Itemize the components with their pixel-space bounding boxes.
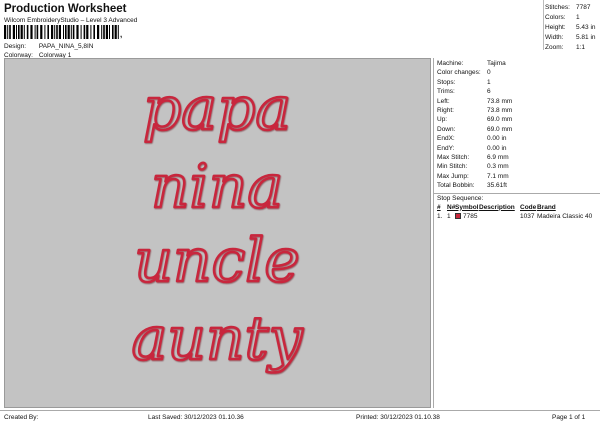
param-row: Total Bobbin: 35.61ft	[437, 181, 600, 190]
param-key: Left:	[437, 97, 450, 105]
param-row: EndX: 0.00 in	[437, 134, 600, 143]
summary-row: Width: 5.81 in	[545, 33, 600, 43]
param-key: Trims:	[437, 88, 455, 96]
param-row: EndY: 0.00 in	[437, 144, 600, 153]
param-key: Color changes:	[437, 69, 481, 77]
embroidery-design: papa nina uncle aunty	[130, 73, 305, 376]
param-row: Min Stitch: 0.3 mm	[437, 162, 600, 171]
design-word-uncle: uncle	[134, 226, 300, 296]
design-label: Design:	[4, 43, 27, 50]
stop-sequence-title: Stop Sequence:	[434, 192, 600, 202]
col-header: Description	[479, 203, 515, 211]
summary-row: Zoom: 1:1	[545, 43, 600, 53]
summary-key: Stitches:	[545, 4, 570, 11]
param-value: 6.9 mm	[487, 154, 509, 162]
stop-table-header: # N# Symbol Description Code Brand	[437, 203, 600, 212]
summary-key: Colors:	[545, 14, 566, 21]
worksheet-header: Production Worksheet Wilcom EmbroiderySt…	[4, 2, 424, 25]
color-swatch-icon	[455, 213, 461, 220]
needle-number: 1	[447, 212, 451, 220]
summary-row: Colors: 1	[545, 13, 600, 23]
thread-brand: Madeira Classic 40	[537, 212, 593, 220]
param-key: Stops:	[437, 78, 456, 86]
param-row: Down: 69.0 mm	[437, 125, 600, 134]
col-header: Code	[520, 203, 537, 211]
thread-description: 7785	[463, 212, 478, 220]
thread-symbol: 7785	[455, 212, 479, 221]
software-subtitle: Wilcom EmbroideryStudio – Level 3 Advanc…	[4, 17, 138, 24]
param-row: Left: 73.8 mm	[437, 97, 600, 106]
param-row: Right: 73.8 mm	[437, 106, 600, 115]
param-key: Total Bobbin:	[437, 182, 475, 190]
printed-date: Printed: 30/12/2023 01.10.38	[356, 414, 440, 421]
page-title: Production Worksheet	[4, 3, 127, 15]
param-key: Down:	[437, 125, 456, 133]
param-row: Color changes: 0	[437, 68, 600, 77]
summary-value: 5.81 in	[576, 34, 596, 41]
summary-key: Zoom:	[545, 44, 564, 51]
stop-number: 1.	[437, 212, 443, 220]
param-value: 0	[487, 69, 491, 77]
param-row: Stops: 1	[437, 78, 600, 87]
param-row: Up: 69.0 mm	[437, 115, 600, 124]
worksheet-footer: Created By: Last Saved: 30/12/2023 01.10…	[0, 410, 600, 424]
summary-value: 7787	[576, 4, 591, 11]
machine-details-panel: Machine: Tajima Color changes: 0 Stops: 1 Trim…	[433, 58, 600, 408]
summary-value: 1	[576, 14, 580, 21]
param-key: Up:	[437, 116, 448, 124]
param-value: 73.8 mm	[487, 107, 513, 115]
param-key: Min Stitch:	[437, 163, 468, 171]
param-row: Machine: Tajima	[437, 59, 600, 68]
param-value: Tajima	[487, 60, 506, 67]
summary-value: 5.43 in	[576, 24, 596, 31]
col-header: #	[437, 203, 441, 211]
col-header: N#	[447, 203, 456, 211]
param-value: 0.3 mm	[487, 163, 509, 171]
param-value: 35.61ft	[487, 182, 507, 190]
param-value: 69.0 mm	[487, 125, 513, 133]
page-number: Page 1 of 1	[552, 414, 586, 421]
param-value: 69.0 mm	[487, 116, 513, 124]
param-row: Max Stitch: 6.9 mm	[437, 153, 600, 162]
param-value: 0.00 in	[487, 144, 507, 152]
design-preview-canvas: papa nina uncle aunty	[4, 58, 431, 408]
param-row: Max Jump: 7.1 mm	[437, 172, 600, 181]
param-key: EndY:	[437, 144, 455, 152]
param-value: 1	[487, 78, 491, 86]
param-value: 6	[487, 88, 491, 96]
param-key: Max Jump:	[437, 172, 469, 180]
barcode	[4, 25, 126, 39]
created-by: Created By:	[4, 414, 39, 421]
stop-sequence-table: # N# Symbol Description Code Brand 1. 1 …	[434, 203, 600, 221]
param-key: EndX:	[437, 135, 455, 143]
summary-row: Height: 5.43 in	[545, 23, 600, 33]
summary-key: Height:	[545, 24, 566, 31]
col-header: Brand	[537, 203, 556, 211]
summary-key: Width:	[545, 34, 564, 41]
design-value: PAPA_NINA_5,8IN	[38, 43, 94, 50]
design-row: Design: PAPA_NINA_5,8IN	[4, 42, 94, 51]
design-word-aunty: aunty	[131, 304, 303, 374]
design-word-papa: papa	[143, 74, 291, 144]
param-row: Trims: 6	[437, 87, 600, 96]
barcode-graphic	[4, 25, 119, 39]
param-value: 73.8 mm	[487, 97, 513, 105]
last-saved: Last Saved: 30/12/2023 01.10.36	[148, 414, 244, 421]
param-value: 0.00 in	[487, 135, 507, 143]
design-summary: Stitches: 7787 Colors: 1 Height: 5.43 in Wi…	[545, 3, 600, 53]
barcode-suffix: ,	[120, 30, 123, 39]
summary-value: 1:1	[576, 44, 586, 51]
param-key: Machine:	[437, 60, 464, 67]
summary-row: Stitches: 7787	[545, 3, 600, 13]
param-key: Right:	[437, 107, 454, 115]
machine-parameters: Machine: Tajima Color changes: 0 Stops: 1 Trim…	[434, 58, 600, 191]
design-word-nina: nina	[151, 152, 283, 222]
param-key: Max Stitch:	[437, 154, 470, 162]
param-value: 7.1 mm	[487, 172, 509, 180]
thread-code: 1037	[520, 212, 535, 220]
col-header: Symbol	[455, 203, 479, 211]
header-divider	[543, 0, 544, 50]
table-row: 1. 1 7785 1037 Madeira Classic 40	[437, 212, 600, 221]
